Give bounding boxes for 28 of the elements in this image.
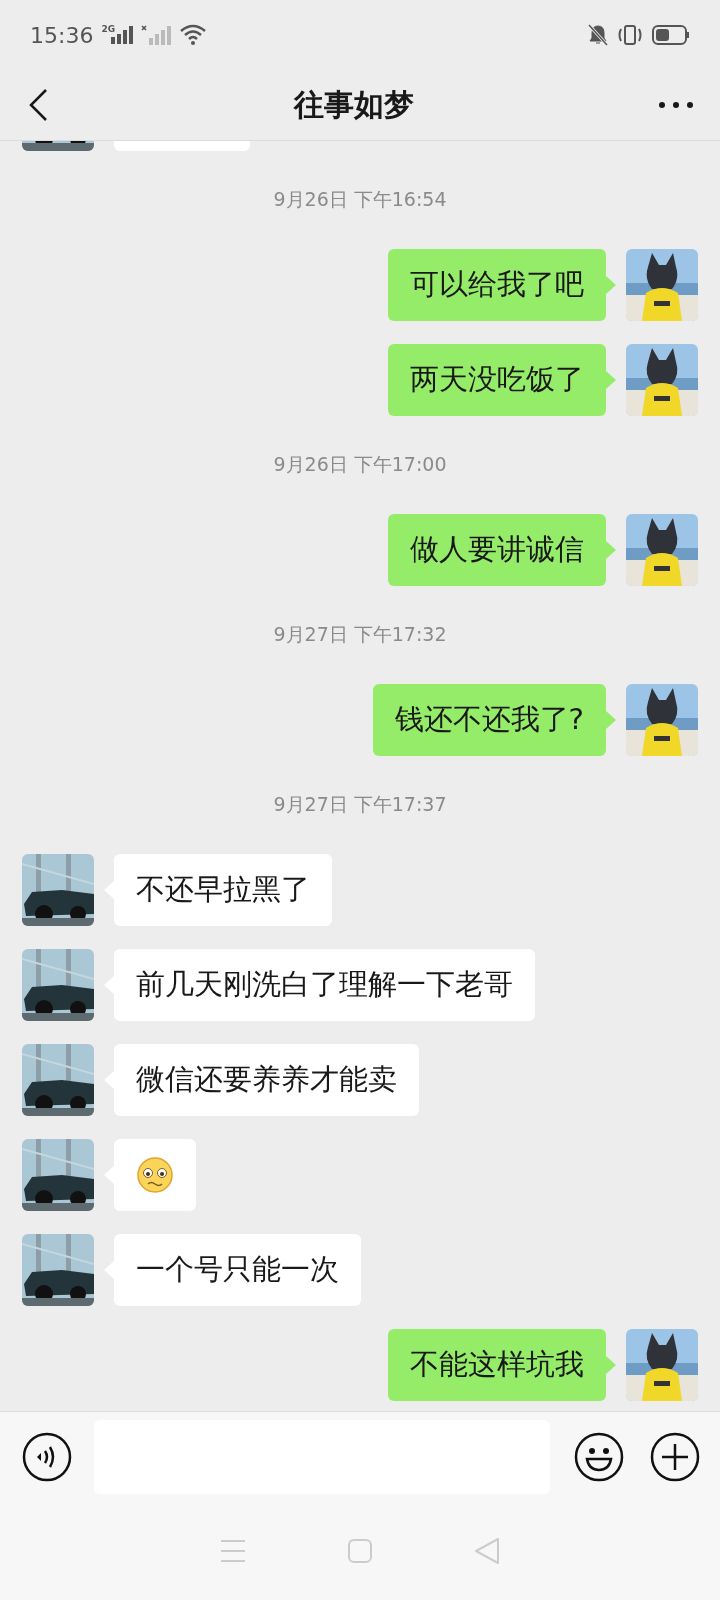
bubble-tail bbox=[606, 711, 616, 729]
wifi-icon bbox=[179, 24, 208, 46]
timestamp: 9月26日 下午16:54 bbox=[272, 187, 448, 212]
message-bubble[interactable]: 不能这样坑我 bbox=[388, 1329, 606, 1401]
message-bubble[interactable]: 微信还要养养才能卖 bbox=[114, 1044, 419, 1116]
chat-title: 往事如梦 bbox=[294, 85, 414, 124]
message-bubble[interactable]: 做人要讲诚信 bbox=[388, 514, 606, 586]
mute-bell-icon bbox=[588, 24, 608, 46]
bubble-tail bbox=[606, 276, 616, 294]
message-bubble[interactable]: 可以给我了吧 bbox=[388, 249, 606, 321]
message-bubble[interactable]: 不还早拉黑了 bbox=[114, 854, 332, 926]
bubble-tail bbox=[606, 1356, 616, 1374]
message-bubble[interactable]: 前几天刚洗白了理解一下老哥 bbox=[114, 949, 535, 1021]
timestamp: 9月26日 下午17:00 bbox=[272, 452, 448, 477]
battery-icon bbox=[652, 24, 690, 46]
message-bubble[interactable]: 一个号只能一次 bbox=[114, 1234, 361, 1306]
bubble-tail bbox=[606, 541, 616, 559]
network-type: 2G bbox=[101, 24, 116, 34]
vibrate-icon bbox=[616, 24, 644, 46]
message-bubble[interactable] bbox=[114, 1139, 196, 1211]
message-bubble[interactable]: 钱还不还我了? bbox=[372, 684, 606, 756]
timestamp: 9月27日 下午17:32 bbox=[272, 622, 448, 647]
bubble-tail bbox=[606, 371, 616, 389]
status-time: 15:36 bbox=[30, 22, 94, 48]
message-bubble[interactable]: 两天没吃饭了 bbox=[388, 344, 606, 416]
worried-face-icon bbox=[136, 1156, 174, 1194]
timestamp: 9月27日 下午17:37 bbox=[272, 792, 448, 817]
no-signal-icon bbox=[141, 25, 172, 45]
